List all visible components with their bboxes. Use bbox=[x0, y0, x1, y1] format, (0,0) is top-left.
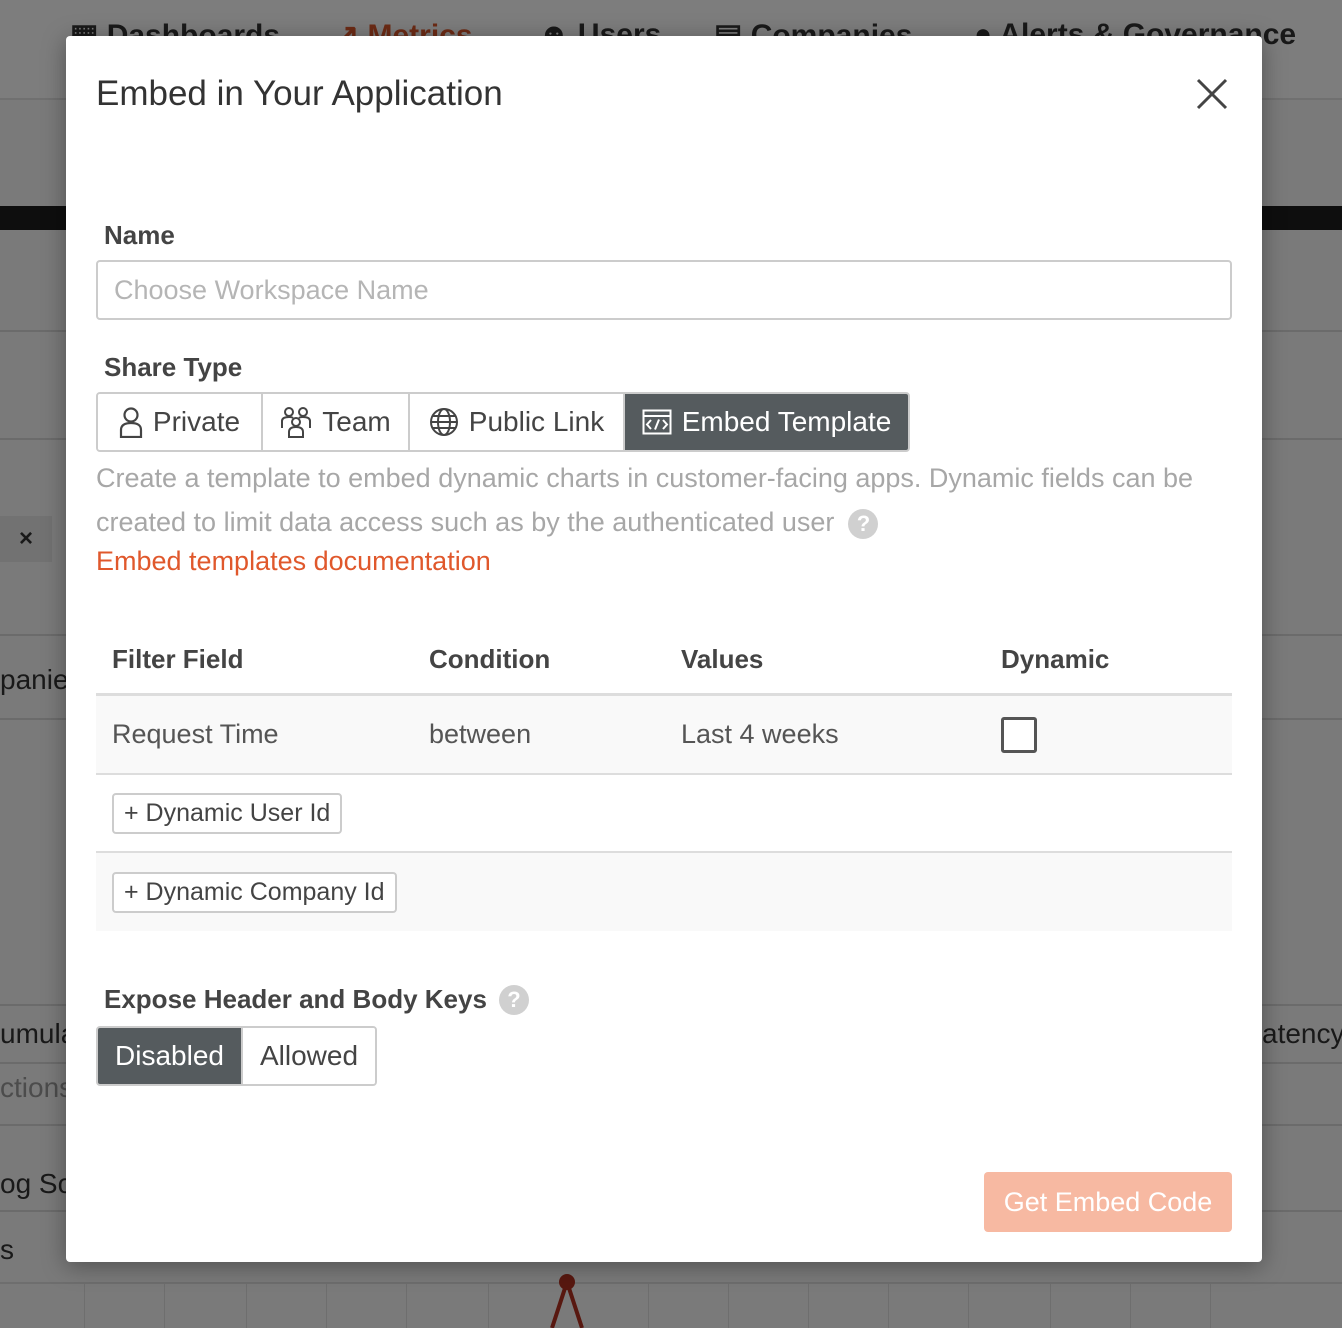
close-icon bbox=[1196, 78, 1228, 110]
col-condition: Condition bbox=[429, 644, 551, 674]
col-filter-field: Filter Field bbox=[112, 644, 244, 674]
help-icon[interactable]: ? bbox=[498, 984, 529, 1015]
cell-filter-field: Request Time bbox=[112, 719, 279, 749]
add-user-row: + Dynamic User Id bbox=[96, 775, 1232, 853]
embed-modal: Embed in Your Application Name Share Typ… bbox=[66, 36, 1262, 1262]
expose-allowed-option[interactable]: Allowed bbox=[241, 1028, 375, 1084]
table-header: Filter Field Condition Values Dynamic bbox=[96, 626, 1232, 696]
add-dynamic-user-id-button[interactable]: + Dynamic User Id bbox=[112, 792, 343, 834]
name-label: Name bbox=[104, 220, 175, 250]
add-company-row: + Dynamic Company Id bbox=[96, 853, 1232, 931]
table-row: Request Time between Last 4 weeks bbox=[96, 696, 1232, 775]
share-type-public-link[interactable]: Public Link bbox=[408, 394, 623, 450]
cell-condition: between bbox=[429, 719, 532, 749]
expose-disabled-option[interactable]: Disabled bbox=[98, 1028, 241, 1084]
share-type-private[interactable]: Private bbox=[98, 394, 261, 450]
cell-values: Last 4 weeks bbox=[681, 719, 839, 749]
embed-code-icon bbox=[642, 409, 672, 435]
close-button[interactable] bbox=[1192, 74, 1232, 114]
add-dynamic-company-id-button[interactable]: + Dynamic Company Id bbox=[112, 871, 397, 913]
get-embed-code-button[interactable]: Get Embed Code bbox=[984, 1172, 1232, 1232]
workspace-name-input[interactable] bbox=[96, 260, 1232, 320]
dynamic-checkbox[interactable] bbox=[1001, 716, 1037, 753]
embed-docs-link[interactable]: Embed templates documentation bbox=[96, 546, 491, 577]
help-icon[interactable]: ? bbox=[848, 508, 879, 539]
cell-dynamic bbox=[1001, 716, 1232, 753]
share-type-selector: Private Team Public Link Embed Template bbox=[96, 392, 910, 452]
col-dynamic: Dynamic bbox=[1001, 644, 1110, 674]
globe-icon bbox=[429, 408, 458, 436]
col-values: Values bbox=[681, 644, 764, 674]
person-icon bbox=[119, 407, 143, 438]
share-type-embed-template[interactable]: Embed Template bbox=[623, 394, 908, 450]
share-type-team[interactable]: Team bbox=[261, 394, 408, 450]
share-type-label: Share Type bbox=[104, 352, 243, 382]
share-type-description: Create a template to embed dynamic chart… bbox=[96, 463, 1194, 539]
team-icon bbox=[281, 407, 312, 438]
expose-keys-label: Expose Header and Body Keys ? bbox=[104, 984, 529, 1015]
modal-title: Embed in Your Application bbox=[96, 74, 503, 113]
filter-table: Filter Field Condition Values Dynamic Re… bbox=[96, 626, 1232, 931]
expose-keys-selector: Disabled Allowed bbox=[96, 1026, 377, 1086]
